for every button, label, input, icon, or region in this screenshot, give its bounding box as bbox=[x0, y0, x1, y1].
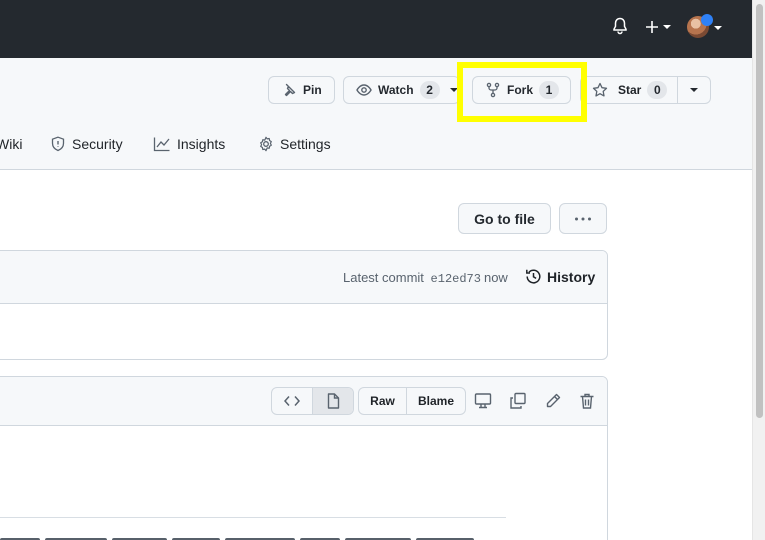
raw-button[interactable]: Raw bbox=[359, 388, 407, 414]
raw-blame-group: Raw Blame bbox=[358, 387, 466, 415]
trash-icon[interactable] bbox=[578, 392, 596, 410]
code-icon bbox=[284, 396, 300, 406]
eye-icon bbox=[356, 84, 372, 96]
copy-icon[interactable] bbox=[509, 392, 527, 410]
commit-sha-link[interactable]: e12ed73 bbox=[431, 272, 481, 286]
star-button[interactable]: Star 0 bbox=[581, 77, 678, 103]
preview-view-button[interactable] bbox=[313, 388, 353, 414]
pin-icon bbox=[284, 83, 296, 97]
tab-security[interactable]: Security bbox=[50, 136, 123, 152]
tab-wiki-label: Wiki bbox=[0, 136, 23, 152]
commit-header: Latest commit e12ed73 now History bbox=[0, 251, 607, 304]
watch-label: Watch bbox=[378, 83, 414, 97]
code-view-button[interactable] bbox=[272, 388, 313, 414]
latest-commit-prefix: Latest commit bbox=[343, 270, 424, 285]
global-header bbox=[0, 0, 752, 58]
go-to-file-button[interactable]: Go to file bbox=[458, 203, 551, 234]
scrollbar-thumb[interactable] bbox=[756, 4, 763, 418]
blame-button[interactable]: Blame bbox=[407, 388, 465, 414]
pin-label: Pin bbox=[303, 83, 322, 97]
latest-commit-box: Latest commit e12ed73 now History bbox=[0, 250, 608, 360]
content-divider bbox=[0, 517, 506, 518]
chevron-down-icon bbox=[663, 25, 671, 29]
star-button-group: Star 0 bbox=[580, 76, 711, 104]
pin-button[interactable]: Pin bbox=[268, 76, 335, 104]
graph-icon bbox=[153, 137, 170, 152]
tab-settings-label: Settings bbox=[280, 136, 331, 152]
tab-insights-label: Insights bbox=[177, 136, 226, 152]
tab-security-label: Security bbox=[72, 136, 123, 152]
chevron-down-icon bbox=[714, 26, 722, 30]
star-lists-dropdown[interactable] bbox=[678, 77, 710, 103]
truncated-paragraph bbox=[0, 532, 506, 540]
history-link[interactable]: History bbox=[525, 268, 595, 285]
history-icon bbox=[526, 269, 541, 284]
watch-count: 2 bbox=[419, 81, 440, 99]
desktop-icon[interactable] bbox=[474, 392, 492, 410]
pencil-icon[interactable] bbox=[544, 392, 562, 410]
gear-icon bbox=[260, 136, 272, 152]
plus-icon bbox=[646, 21, 658, 33]
status-dot bbox=[701, 14, 713, 26]
create-new-dropdown[interactable] bbox=[645, 17, 677, 37]
go-to-file-label: Go to file bbox=[474, 210, 535, 227]
file-icon bbox=[327, 393, 339, 409]
file-view-box: Raw Blame bbox=[0, 376, 608, 540]
page-scrollbar[interactable] bbox=[752, 0, 765, 540]
file-view-header: Raw Blame bbox=[0, 377, 607, 426]
kebab-horizontal-icon bbox=[575, 217, 591, 220]
commit-time: now bbox=[483, 270, 508, 285]
tab-settings[interactable]: Settings bbox=[258, 136, 331, 152]
star-count: 0 bbox=[647, 81, 668, 99]
chevron-down-icon bbox=[690, 88, 698, 92]
watch-button[interactable]: Watch 2 bbox=[343, 76, 460, 104]
star-icon bbox=[592, 82, 608, 97]
tab-wiki[interactable]: Wiki bbox=[0, 136, 22, 152]
more-options-button[interactable] bbox=[559, 203, 607, 234]
star-label: Star bbox=[618, 83, 642, 97]
repo-header bbox=[0, 58, 752, 170]
bell-icon[interactable] bbox=[612, 17, 630, 37]
fork-highlight-box bbox=[457, 62, 587, 122]
view-mode-toggle bbox=[271, 387, 354, 415]
history-label: History bbox=[547, 268, 596, 285]
user-menu[interactable] bbox=[687, 14, 723, 42]
latest-commit-info: Latest commit e12ed73 now bbox=[343, 270, 508, 286]
tab-insights[interactable]: Insights bbox=[153, 136, 225, 152]
shield-icon bbox=[51, 136, 65, 152]
